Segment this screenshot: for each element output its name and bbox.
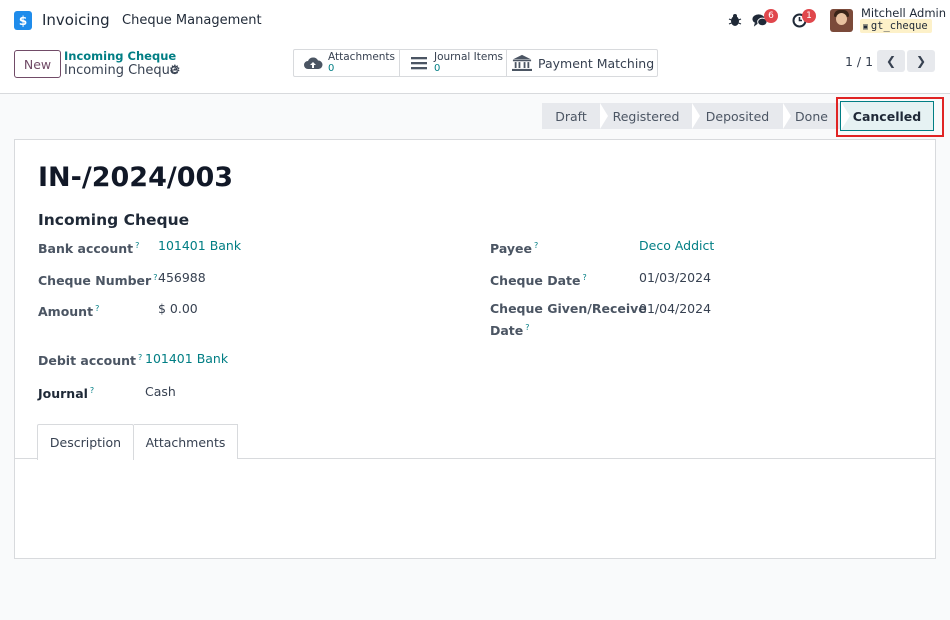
avatar[interactable]: [830, 9, 853, 32]
cloud-upload-icon: [303, 56, 323, 71]
breadcrumb-parent[interactable]: Incoming Cheque: [64, 49, 176, 63]
status-bar: Draft Registered Deposited Done: [542, 103, 840, 129]
journal-label: Journal?: [38, 386, 95, 402]
payee-label: Payee?: [490, 241, 539, 257]
top-navbar: $ Invoicing Cheque Management 6 1 Mitche…: [0, 0, 950, 40]
help-icon[interactable]: ?: [90, 386, 94, 395]
bank-account-label: Bank account?: [38, 241, 140, 257]
breadcrumb-current: Incoming Cheque: [64, 63, 178, 78]
bug-icon[interactable]: [727, 12, 743, 28]
bank-account-value[interactable]: 101401 Bank: [158, 238, 241, 253]
journal-items-smart-button[interactable]: Journal Items 0: [400, 50, 507, 76]
cheque-date-label: Cheque Date?: [490, 273, 587, 289]
database-name: gt_cheque: [870, 20, 928, 32]
cheque-date-value[interactable]: 01/03/2024: [639, 270, 711, 285]
chevron-right-icon: ❯: [915, 54, 927, 68]
help-icon[interactable]: ?: [525, 323, 529, 332]
help-icon[interactable]: ?: [534, 241, 538, 250]
help-icon[interactable]: ?: [153, 273, 157, 282]
pager-next-button[interactable]: ❯: [907, 50, 935, 72]
user-name[interactable]: Mitchell Admin: [861, 6, 946, 20]
control-panel: New Incoming Cheque Incoming Cheque ⚙ At…: [0, 40, 950, 94]
amount-value[interactable]: $ 0.00: [158, 301, 198, 316]
amount-label: Amount?: [38, 304, 100, 320]
notebook-tabs: Description Attachments: [15, 424, 935, 460]
attachments-smart-count: 0: [328, 63, 335, 74]
help-icon[interactable]: ?: [583, 273, 587, 282]
stage-registered[interactable]: Registered: [600, 103, 692, 129]
new-button[interactable]: New: [14, 50, 61, 78]
payee-value[interactable]: Deco Addict: [639, 238, 714, 253]
list-icon: [409, 56, 429, 70]
activity-badge: 1: [802, 9, 816, 23]
chevron-left-icon: ❮: [885, 54, 897, 68]
stage-done[interactable]: Done: [783, 103, 840, 129]
help-icon[interactable]: ?: [135, 241, 139, 250]
cheque-given-receive-date-label: Cheque Given/Receive Date?: [490, 301, 647, 339]
database-icon: ▣: [863, 21, 868, 31]
journal-items-smart-label: Journal Items: [434, 51, 504, 63]
pager-value[interactable]: 1 / 1: [845, 54, 873, 69]
stage-draft[interactable]: Draft: [542, 103, 600, 129]
stage-cancelled[interactable]: Cancelled: [840, 101, 934, 131]
record-subtitle: Incoming Cheque: [38, 211, 190, 229]
cheque-number-label: Cheque Number?: [38, 273, 158, 289]
bank-icon: [512, 54, 532, 72]
gear-icon[interactable]: ⚙: [169, 63, 181, 78]
invoicing-app-icon[interactable]: $: [14, 11, 32, 30]
debit-account-label: Debit account?: [38, 353, 143, 369]
stage-deposited[interactable]: Deposited: [692, 103, 783, 129]
form-sheet: IN-/2024/003 Incoming Cheque Bank accoun…: [14, 139, 936, 559]
database-badge: ▣ gt_cheque: [860, 19, 932, 33]
chat-badge: 6: [764, 9, 778, 23]
payment-matching-label: Payment Matching: [538, 55, 655, 71]
cheque-given-receive-date-value[interactable]: 01/04/2024: [639, 301, 711, 316]
attachments-smart-button[interactable]: Attachments 0: [294, 50, 400, 76]
help-icon[interactable]: ?: [138, 353, 142, 362]
pager-previous-button[interactable]: ❮: [877, 50, 905, 72]
record-name: IN-/2024/003: [38, 162, 234, 193]
menu-cheque-management[interactable]: Cheque Management: [122, 13, 262, 28]
journal-items-smart-count: 0: [434, 63, 441, 74]
tab-description[interactable]: Description: [37, 424, 134, 460]
attachments-smart-label: Attachments: [328, 51, 396, 63]
journal-value[interactable]: Cash: [145, 384, 176, 399]
app-name[interactable]: Invoicing: [42, 11, 110, 29]
cheque-number-value[interactable]: 456988: [158, 270, 206, 285]
help-icon[interactable]: ?: [95, 304, 99, 313]
tab-attachments[interactable]: Attachments: [134, 424, 238, 459]
debit-account-value[interactable]: 101401 Bank: [145, 351, 228, 366]
payment-matching-smart-button[interactable]: Payment Matching: [507, 50, 657, 76]
smart-buttons: Attachments 0 Journal Items 0 Payment Ma…: [293, 49, 658, 77]
